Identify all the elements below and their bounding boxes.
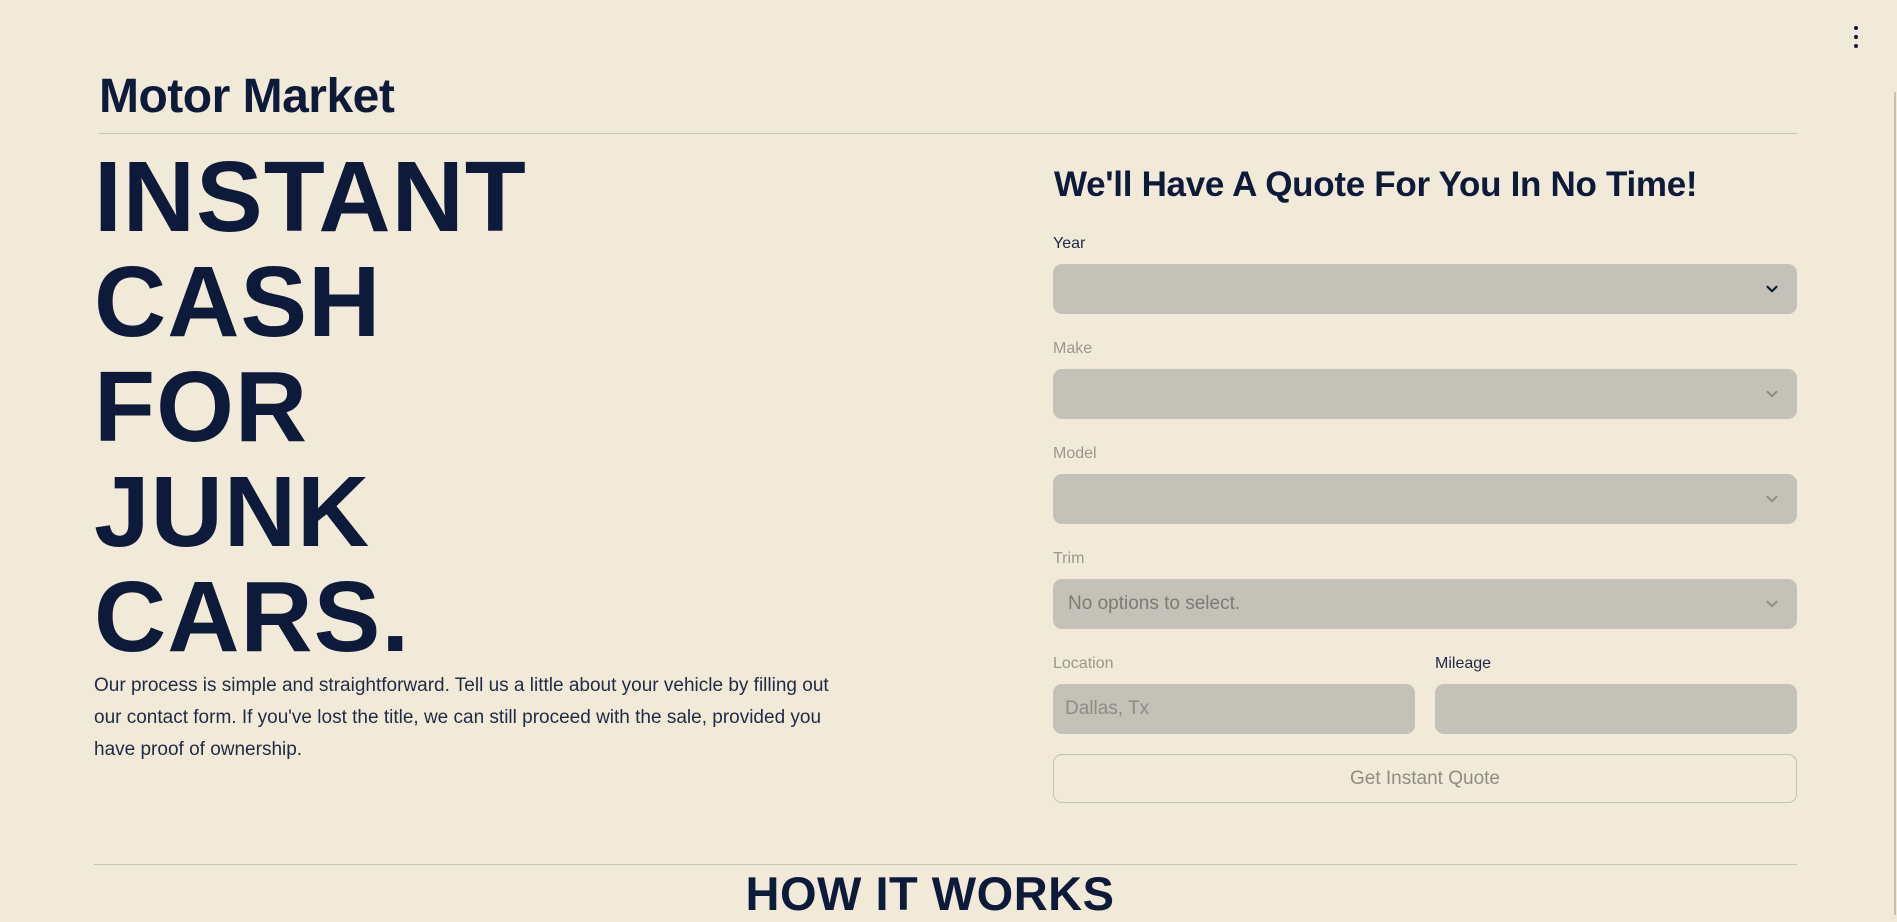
intro-text: Our process is simple and straightforwar… xyxy=(94,675,829,760)
location-input[interactable] xyxy=(1053,684,1415,734)
chevron-down-icon xyxy=(1766,495,1778,503)
hero-line: FOR xyxy=(94,351,309,463)
location-label: Location xyxy=(1053,655,1114,672)
chevron-down-icon xyxy=(1766,390,1778,398)
main-menu-icon[interactable] xyxy=(1850,26,1862,48)
mileage-label: Mileage xyxy=(1435,655,1492,672)
hero-line: CARS. xyxy=(94,561,411,673)
chevron-down-icon xyxy=(1766,600,1778,608)
hero-line: CASH xyxy=(94,246,382,358)
brand-title: Motor Market xyxy=(99,70,395,123)
trim-select[interactable]: No options to select. xyxy=(1053,579,1797,629)
year-label: Year xyxy=(1053,235,1086,252)
section-divider xyxy=(94,864,1797,865)
header-divider xyxy=(99,133,1797,134)
trim-label: Trim xyxy=(1053,550,1085,567)
hero-line: INSTANT xyxy=(94,141,527,253)
how-it-works-heading: HOW IT WORKS xyxy=(745,867,1115,920)
mileage-input[interactable] xyxy=(1435,684,1797,734)
scrollbar[interactable] xyxy=(1894,92,1896,915)
trim-select-value: No options to select. xyxy=(1068,593,1241,614)
hero-line: JUNK xyxy=(94,456,371,568)
hero-headline: INSTANT CASH FOR JUNK CARS. xyxy=(94,145,527,670)
model-select[interactable] xyxy=(1053,474,1797,524)
make-select[interactable] xyxy=(1053,369,1797,419)
model-label: Model xyxy=(1053,445,1097,462)
make-label: Make xyxy=(1053,340,1093,357)
quote-form-title: We'll Have A Quote For You In No Time! xyxy=(1054,165,1698,204)
get-instant-quote-button[interactable]: Get Instant Quote xyxy=(1053,754,1797,803)
chevron-down-icon xyxy=(1766,285,1778,293)
year-select[interactable] xyxy=(1053,264,1797,314)
